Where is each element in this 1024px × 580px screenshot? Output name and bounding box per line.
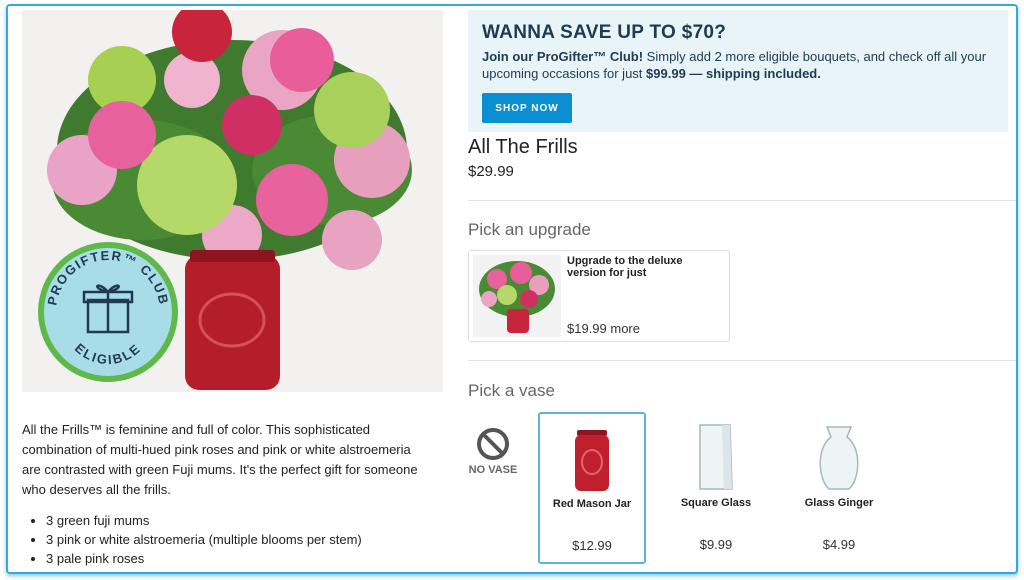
promo-text: Join our ProGifter™ Club! Simply add 2 m… xyxy=(482,48,1002,82)
prohibited-icon xyxy=(477,428,509,460)
list-item: 3 green fuji mums xyxy=(46,511,362,530)
vase-price: $4.99 xyxy=(822,537,856,552)
product-name: All The Frills xyxy=(468,136,578,158)
product-features: 3 green fuji mums 3 pink or white alstro… xyxy=(22,511,362,568)
vase-option-red-mason-jar[interactable]: Red Mason Jar $12.99 xyxy=(538,412,646,564)
vase-name: Red Mason Jar xyxy=(552,498,632,510)
product-description: All the Frills™ is feminine and full of … xyxy=(22,422,418,497)
upgrade-price: $19.99 more xyxy=(567,321,640,336)
vase-option-square-glass[interactable]: Square Glass $9.99 xyxy=(663,412,769,562)
vase-option-glass-ginger[interactable]: Glass Ginger $4.99 xyxy=(786,412,892,562)
promo-text-lead: Join our ProGifter™ Club! xyxy=(482,49,644,64)
deluxe-thumbnail xyxy=(473,255,561,337)
shop-now-button[interactable]: SHOP NOW xyxy=(482,93,572,123)
promo-text-price: $99.99 — shipping included. xyxy=(646,66,821,81)
vase-price: $12.99 xyxy=(572,538,612,553)
list-item: 3 pink or white alstroemeria (multiple b… xyxy=(46,530,362,549)
red-mason-jar-image xyxy=(575,430,609,491)
vase-price: $9.99 xyxy=(699,537,733,552)
progifter-promo-banner: WANNA SAVE UP TO $70? Join our ProGifter… xyxy=(468,10,1008,132)
product-price: $29.99 xyxy=(468,163,514,180)
glass-ginger-image xyxy=(819,426,859,490)
product-image: PROGIFTER™ CLUB ELIGIBLE xyxy=(22,10,443,392)
list-item: 3 pale pink roses xyxy=(46,549,362,568)
no-vase-option[interactable]: NO VASE xyxy=(468,426,518,506)
square-glass-image xyxy=(699,424,733,490)
divider xyxy=(468,200,1016,201)
upgrade-description: Upgrade to the deluxe version for just xyxy=(567,255,683,279)
divider xyxy=(468,360,1016,361)
no-vase-label: NO VASE xyxy=(468,464,518,476)
vase-name: Glass Ginger xyxy=(804,497,874,509)
upgrade-section-title: Pick an upgrade xyxy=(468,220,591,239)
deluxe-upgrade-option[interactable]: Upgrade to the deluxe version for just $… xyxy=(468,250,730,342)
vase-name: Square Glass xyxy=(680,497,752,509)
vase-section-title: Pick a vase xyxy=(468,381,555,400)
page-frame: PROGIFTER™ CLUB ELIGIBLE All the Frills™… xyxy=(6,4,1018,574)
promo-title: WANNA SAVE UP TO $70? xyxy=(482,22,727,43)
